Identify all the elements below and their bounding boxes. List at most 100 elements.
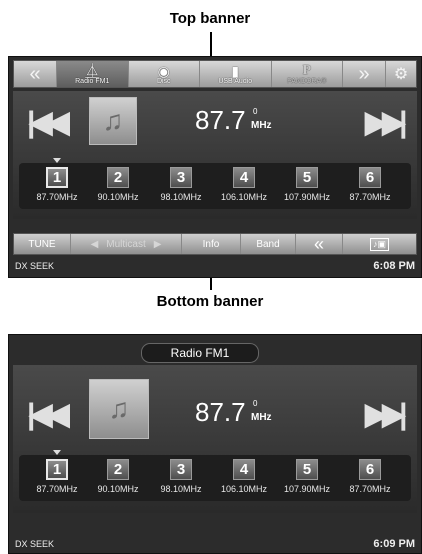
preset-button-2[interactable]: 2 [107, 167, 129, 188]
multicast-left-icon[interactable]: ◀ [91, 239, 99, 250]
source-radio-button[interactable]: ⏅ Radio FM1 [57, 61, 129, 87]
source-disc-label: Disc [156, 78, 171, 85]
source-tab-label: Radio FM1 [170, 346, 230, 360]
album-art: ♫ [89, 97, 137, 145]
tune-button[interactable]: TUNE [14, 234, 71, 254]
preset-frequency: 90.10MHz [97, 484, 139, 494]
preset-frequency: 87.70MHz [36, 484, 78, 494]
seek-mode-label: DX SEEK [15, 539, 55, 549]
pandora-icon: P [302, 63, 312, 78]
preset-frequency: 107.90MHz [283, 484, 331, 494]
preset-number: 1 [52, 169, 62, 186]
tune-label: TUNE [28, 238, 56, 250]
previous-track-button[interactable]: |◀◀ [27, 397, 69, 432]
top-callout-line [210, 32, 212, 58]
frequency-unit: MHz [251, 120, 272, 131]
preset-frequency: 98.10MHz [160, 192, 202, 202]
source-tab[interactable]: Radio FM1 [141, 343, 259, 363]
preset-number: 6 [365, 169, 375, 186]
setup-icon: ⚙ [393, 66, 409, 83]
bottom-banner-callout: Bottom banner [156, 293, 264, 310]
info-label: Info [202, 238, 220, 250]
preset-button-1[interactable]: 1 [46, 459, 68, 480]
preset-number: 4 [239, 461, 249, 478]
clock: 6:08 PM [373, 260, 415, 272]
scroll-left-button[interactable]: « [14, 61, 57, 87]
band-label: Band [256, 238, 280, 250]
now-playing-area: |◀◀ ♫ 87.7 0 MHz ▶▶| 1 87.70MHz 2 90.10M… [13, 365, 417, 513]
multicast-right-icon[interactable]: ▶ [154, 239, 162, 250]
preset-frequency: 90.10MHz [97, 192, 139, 202]
preset-number: 5 [302, 461, 312, 478]
band-button[interactable]: Band [241, 234, 296, 254]
preset-frequency: 106.10MHz [220, 484, 268, 494]
preset-number: 6 [365, 461, 375, 478]
preset-button-6[interactable]: 6 [359, 459, 381, 480]
next-track-button[interactable]: ▶▶| [365, 105, 407, 140]
preset-frequency: 87.70MHz [349, 192, 391, 202]
preset-frequency: 107.90MHz [283, 192, 331, 202]
preset-button-3[interactable]: 3 [170, 167, 192, 188]
preset-button-1[interactable]: 1 [46, 167, 68, 188]
scroll-right-button[interactable]: » [343, 61, 386, 87]
now-playing-area: |◀◀ ♫ 87.7 0 MHz ▶▶| 1 87.70MHz 2 90.10M… [13, 91, 417, 219]
multicast-label: Multicast [106, 238, 146, 250]
status-bar: DX SEEK 6:09 PM [13, 537, 417, 551]
preset-frequency: 106.10MHz [220, 192, 268, 202]
left-double-arrow-icon: « [29, 62, 41, 85]
frequency-unit: MHz [251, 412, 272, 423]
top-banner: « ⏅ Radio FM1 ◉ Disc ▮ USB Audio P PANDO… [13, 60, 417, 88]
preset-button-5[interactable]: 5 [296, 459, 318, 480]
source-usb-button[interactable]: ▮ USB Audio [200, 61, 272, 87]
multicast-control[interactable]: ◀ Multicast ▶ [71, 234, 182, 254]
music-visual-icon: ♪▣ [369, 237, 389, 251]
preset-number: 4 [239, 169, 249, 186]
seek-mode-label: DX SEEK [15, 261, 55, 271]
frequency-display: 87.7 [195, 397, 246, 427]
music-note-icon: ♫ [108, 393, 130, 424]
clock: 6:09 PM [373, 538, 415, 550]
right-double-arrow-icon: » [358, 62, 370, 85]
preset-row: 1 87.70MHz 2 90.10MHz 3 98.10MHz 4 106.1… [19, 450, 411, 501]
preset-number: 2 [113, 461, 123, 478]
next-track-button[interactable]: ▶▶| [365, 397, 407, 432]
preset-button-4[interactable]: 4 [233, 167, 255, 188]
preset-frequency: 87.70MHz [36, 192, 78, 202]
selected-preset-marker [53, 158, 61, 163]
frequency-superscript: 0 [253, 107, 258, 116]
preset-number: 5 [302, 169, 312, 186]
info-button[interactable]: Info [182, 234, 241, 254]
status-bar: DX SEEK 6:08 PM [13, 259, 417, 273]
source-radio-label: Radio FM1 [75, 78, 110, 85]
preset-row: 1 87.70MHz 2 90.10MHz 3 98.10MHz 4 106.1… [19, 158, 411, 209]
visual-toggle-button[interactable]: ♪▣ [343, 234, 416, 254]
collapse-banner-button[interactable]: « [296, 234, 343, 254]
album-art: ♫ [89, 379, 149, 439]
preset-button-4[interactable]: 4 [233, 459, 255, 480]
preset-number: 1 [52, 461, 62, 478]
left-double-arrow-icon: « [313, 233, 324, 254]
disc-icon: ◉ [157, 63, 170, 79]
screen-with-banners: « ⏅ Radio FM1 ◉ Disc ▮ USB Audio P PANDO… [8, 56, 422, 278]
top-banner-callout: Top banner [169, 10, 251, 27]
source-pandora-button[interactable]: P PANDORA® [272, 61, 343, 87]
music-note-icon: ♫ [102, 105, 124, 136]
previous-track-button[interactable]: |◀◀ [27, 105, 69, 140]
source-pandora-label: PANDORA® [287, 78, 327, 85]
bottom-banner: TUNE ◀ Multicast ▶ Info Band « ♪▣ [13, 233, 417, 255]
screen-without-banners: Radio FM1 |◀◀ ♫ 87.7 0 MHz ▶▶| 1 87.70MH… [8, 334, 422, 554]
preset-button-5[interactable]: 5 [296, 167, 318, 188]
preset-button-3[interactable]: 3 [170, 459, 192, 480]
preset-frequency: 87.70MHz [349, 484, 391, 494]
setup-button[interactable]: ⚙ [386, 61, 416, 87]
preset-button-6[interactable]: 6 [359, 167, 381, 188]
bottom-callout-line [210, 278, 212, 290]
frequency-superscript: 0 [253, 399, 258, 408]
preset-number: 3 [176, 169, 186, 186]
preset-frequency: 98.10MHz [160, 484, 202, 494]
selected-preset-marker [53, 450, 61, 455]
preset-button-2[interactable]: 2 [107, 459, 129, 480]
antenna-icon: ⏅ [85, 63, 100, 79]
preset-number: 2 [113, 169, 123, 186]
source-disc-button[interactable]: ◉ Disc [129, 61, 200, 87]
